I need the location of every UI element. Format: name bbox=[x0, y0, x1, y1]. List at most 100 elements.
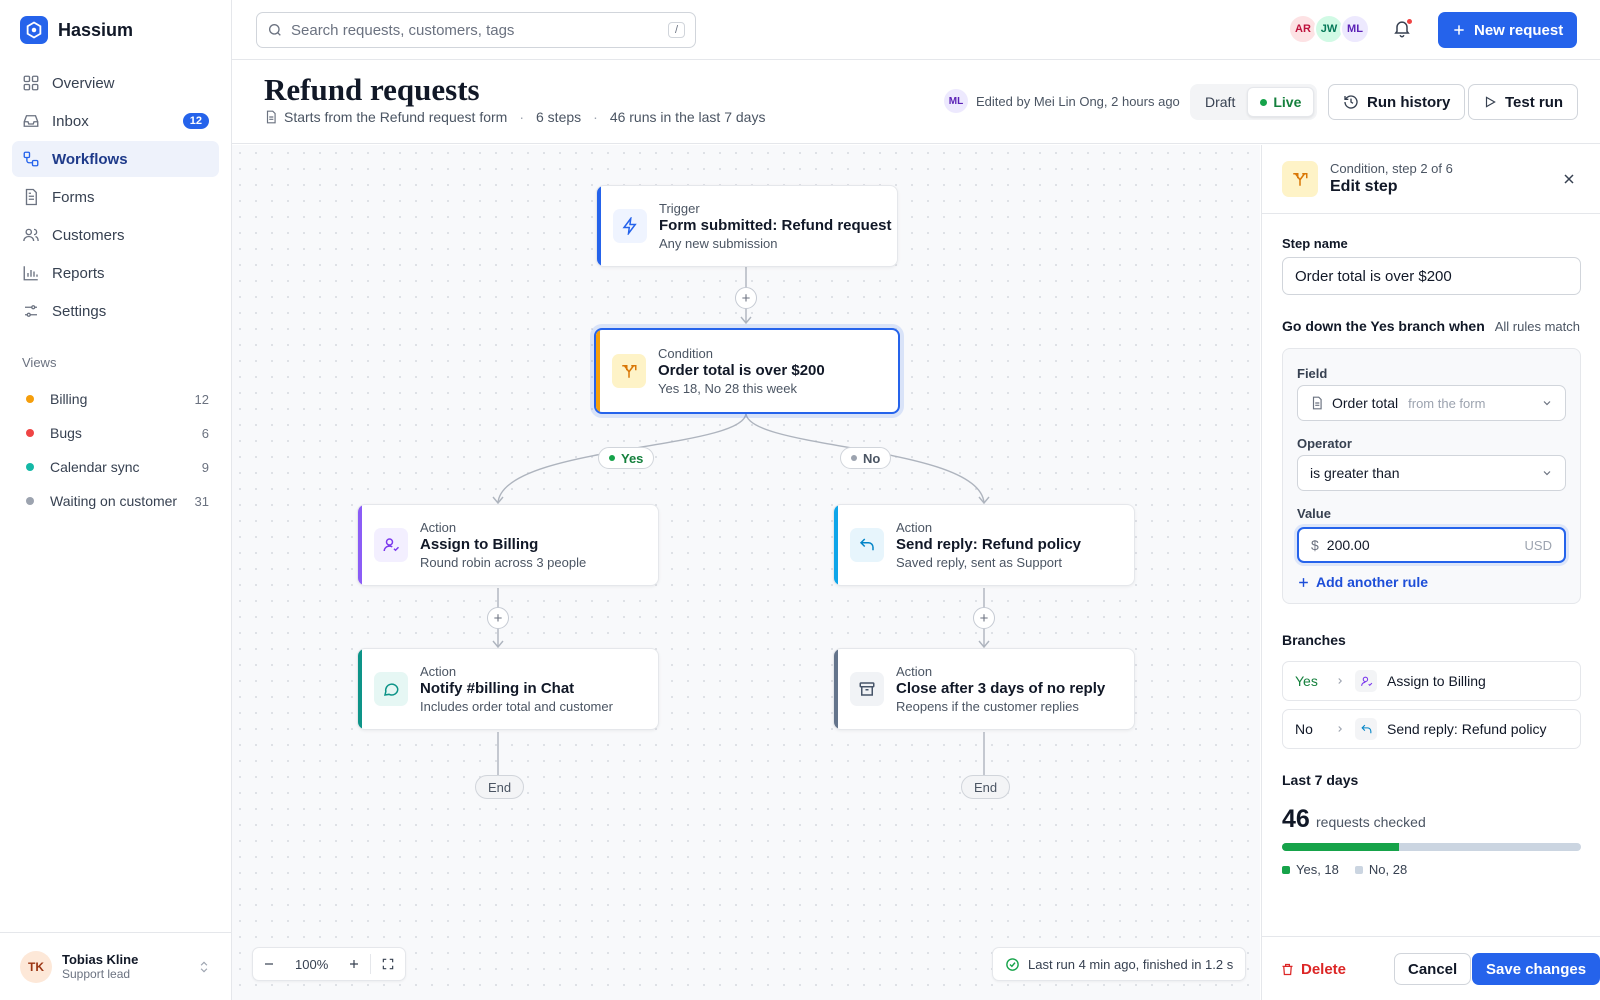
stats-total: 46 bbox=[1282, 805, 1310, 833]
collaborator-avatars: AR JW ML bbox=[1288, 14, 1370, 44]
nav-label: Workflows bbox=[52, 150, 128, 168]
nav-item-customers[interactable]: Customers bbox=[12, 217, 219, 253]
rule-match-mode[interactable]: All rules match bbox=[1495, 319, 1580, 334]
avatar[interactable]: ML bbox=[1340, 14, 1370, 44]
nav-label: Overview bbox=[52, 74, 115, 92]
branch-target: Send reply: Refund policy bbox=[1387, 721, 1547, 737]
page-meta: Starts from the Refund request form · 6 … bbox=[264, 109, 765, 125]
yes-label: Yes bbox=[621, 450, 644, 466]
reply-arrow-icon bbox=[850, 528, 884, 562]
view-item-calendar-sync[interactable]: Calendar sync 9 bbox=[12, 450, 219, 484]
view-color-dot bbox=[26, 429, 34, 437]
node-title: Send reply: Refund policy bbox=[896, 536, 1082, 553]
workflow-node-send-reply[interactable]: Action Send reply: Refund policy Saved r… bbox=[833, 504, 1135, 586]
workflow-node-notify-billing[interactable]: Action Notify #billing in Chat Includes … bbox=[357, 648, 659, 730]
panel-header: Condition, step 2 of 6 Edit step bbox=[1262, 145, 1600, 214]
plus-icon bbox=[1454, 25, 1464, 35]
operator-select[interactable]: is greater than bbox=[1297, 455, 1566, 491]
user-assign-icon bbox=[374, 528, 408, 562]
add-step-button[interactable]: + bbox=[487, 607, 509, 629]
workflow-node-trigger[interactable]: Trigger Form submitted: Refund request A… bbox=[596, 185, 898, 267]
node-subtitle: Saved reply, sent as Support bbox=[896, 555, 1062, 570]
nav-item-reports[interactable]: Reports bbox=[12, 255, 219, 291]
status-toggle: Draft Live bbox=[1190, 84, 1318, 120]
top-bar: / AR JW ML New request bbox=[232, 0, 1600, 60]
node-subtitle: Includes order total and customer bbox=[420, 699, 613, 714]
view-count: 9 bbox=[201, 459, 209, 475]
branch-row-no[interactable]: No Send reply: Refund policy bbox=[1282, 709, 1581, 749]
add-step-button[interactable]: + bbox=[735, 287, 757, 309]
edited-text: Edited by Mei Lin Ong, 2 hours ago bbox=[976, 93, 1180, 109]
rule-editor: Field Order total from the form Operator… bbox=[1282, 348, 1581, 604]
no-branch-label[interactable]: No bbox=[840, 447, 892, 469]
branch-icon bbox=[1282, 161, 1318, 197]
nav-item-overview[interactable]: Overview bbox=[12, 65, 219, 101]
save-changes-button[interactable]: Save changes bbox=[1472, 953, 1600, 985]
value-field[interactable]: $ USD bbox=[1297, 527, 1566, 563]
branch-target: Assign to Billing bbox=[1387, 673, 1486, 689]
search-box[interactable]: / bbox=[256, 12, 696, 48]
add-rule-button[interactable]: Add another rule bbox=[1297, 574, 1428, 590]
value-input[interactable] bbox=[1326, 537, 1525, 553]
operator-value: is greater than bbox=[1310, 465, 1400, 481]
node-kind: Action bbox=[896, 520, 933, 535]
draft-label: Draft bbox=[1205, 94, 1236, 110]
close-icon[interactable] bbox=[1561, 171, 1577, 187]
branch-row-yes[interactable]: Yes Assign to Billing bbox=[1282, 661, 1581, 701]
zoom-in-button[interactable] bbox=[338, 958, 370, 970]
view-item-bugs[interactable]: Bugs 6 bbox=[12, 416, 219, 450]
node-title: Order total is over $200 bbox=[658, 362, 825, 379]
zoom-out-button[interactable] bbox=[253, 958, 285, 970]
no-label: No bbox=[863, 450, 881, 466]
panel-title: Edit step bbox=[1330, 178, 1398, 195]
nav-item-inbox[interactable]: Inbox 12 bbox=[12, 103, 219, 139]
node-kind: Condition bbox=[658, 346, 713, 361]
new-request-button[interactable]: New request bbox=[1438, 12, 1578, 48]
user-menu[interactable]: TK Tobias Kline Support lead bbox=[0, 932, 231, 1000]
cancel-button[interactable]: Cancel bbox=[1394, 953, 1472, 985]
workflow-node-condition[interactable]: Condition Order total is over $200 Yes 1… bbox=[594, 328, 900, 414]
legend-no: No, 28 bbox=[1354, 862, 1408, 877]
main-nav: Overview Inbox 12 Workflows Forms Custom… bbox=[12, 65, 219, 331]
bar-chart-icon bbox=[23, 266, 38, 281]
field-select[interactable]: Order total from the form bbox=[1297, 385, 1566, 421]
live-toggle[interactable]: Live bbox=[1247, 87, 1315, 117]
zoom-controls: 100% bbox=[252, 947, 407, 981]
notifications-button[interactable] bbox=[1392, 18, 1413, 38]
view-label: Waiting on customer bbox=[50, 493, 178, 509]
delete-step-button[interactable]: Delete bbox=[1280, 953, 1346, 985]
page-header: Refund requests Starts from the Refund r… bbox=[232, 60, 1600, 144]
last-run-status[interactable]: Last run 4 min ago, finished in 1.2 s bbox=[992, 947, 1247, 981]
brand[interactable]: Hassium bbox=[20, 16, 133, 44]
yes-branch-label[interactable]: Yes bbox=[598, 447, 655, 469]
nav-item-forms[interactable]: Forms bbox=[12, 179, 219, 215]
live-label: Live bbox=[1273, 94, 1302, 110]
currency-suffix: USD bbox=[1524, 537, 1552, 553]
view-color-dot bbox=[26, 497, 34, 505]
draft-toggle[interactable]: Draft bbox=[1193, 87, 1247, 117]
legend-no-label: No, 28 bbox=[1368, 862, 1408, 877]
view-item-billing[interactable]: Billing 12 bbox=[12, 382, 219, 416]
workflow-node-close-after[interactable]: Action Close after 3 days of no reply Re… bbox=[833, 648, 1135, 730]
user-assign-icon bbox=[1355, 670, 1377, 692]
meta-separator: · bbox=[593, 109, 598, 125]
search-input[interactable] bbox=[291, 21, 668, 39]
fit-view-button[interactable] bbox=[371, 957, 405, 971]
step-name-input[interactable] bbox=[1282, 257, 1581, 295]
end-marker: End bbox=[961, 775, 1011, 799]
workflow-canvas[interactable]: Trigger Form submitted: Refund request A… bbox=[232, 145, 1260, 1000]
test-run-button[interactable]: Test run bbox=[1468, 84, 1579, 120]
view-count: 12 bbox=[194, 391, 209, 407]
nav-item-settings[interactable]: Settings bbox=[12, 293, 219, 329]
nav-item-workflows[interactable]: Workflows bbox=[12, 141, 219, 177]
branch-icon bbox=[612, 354, 646, 388]
node-subtitle: Any new submission bbox=[659, 236, 778, 251]
live-status-dot bbox=[1260, 98, 1268, 106]
view-item-waiting-on-customer[interactable]: Waiting on customer 31 bbox=[12, 484, 219, 518]
notification-dot bbox=[1406, 18, 1413, 25]
workflow-node-assign-billing[interactable]: Action Assign to Billing Round robin acr… bbox=[357, 504, 659, 586]
run-history-button[interactable]: Run history bbox=[1328, 84, 1466, 120]
add-step-button[interactable]: + bbox=[973, 607, 995, 629]
search-icon bbox=[269, 24, 281, 36]
panel-footer: Delete Cancel Save changes bbox=[1262, 936, 1600, 1000]
